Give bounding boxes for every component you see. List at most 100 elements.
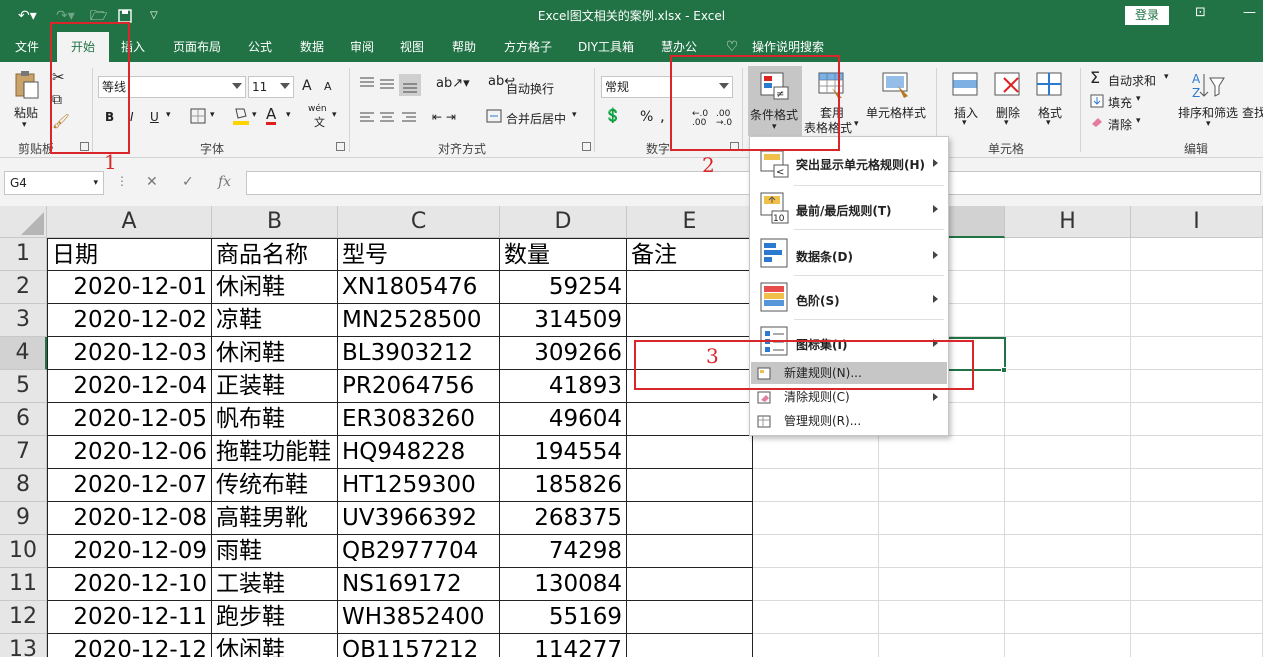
fill-color-dropdown-icon[interactable]: ▾ (252, 110, 257, 120)
column-header-h[interactable]: H (1005, 206, 1131, 238)
name-box[interactable]: G4 ▾ (4, 171, 104, 195)
cell-quantity[interactable]: 314509 (500, 304, 627, 337)
menu-data-bars[interactable]: 数据条(D) (750, 233, 948, 275)
borders-dropdown-icon[interactable]: ▾ (210, 110, 215, 120)
wrap-text-label[interactable]: 自动换行 (506, 80, 554, 97)
cell-model[interactable]: ER3083260 (338, 403, 500, 436)
cell-date[interactable]: 日期 (47, 238, 212, 271)
empty-cell[interactable] (1131, 502, 1263, 535)
cell-note[interactable] (627, 271, 753, 304)
underline-button[interactable]: U (150, 110, 159, 124)
autosum-label[interactable]: 自动求和 (1108, 72, 1156, 89)
sort-filter-dropdown-icon[interactable]: ▾ (1206, 119, 1211, 129)
alignment-launcher-icon[interactable] (582, 142, 591, 151)
cell-date[interactable]: 2020-12-05 (47, 403, 212, 436)
empty-cell[interactable] (753, 568, 879, 601)
fill-color-icon[interactable] (232, 106, 250, 126)
cell-date[interactable]: 2020-12-07 (47, 469, 212, 502)
empty-cell[interactable] (753, 469, 879, 502)
cell-quantity[interactable]: 74298 (500, 535, 627, 568)
cell-product[interactable]: 跑步鞋 (212, 601, 338, 634)
cell-note[interactable] (627, 568, 753, 601)
font-color-dropdown-icon[interactable]: ▾ (286, 110, 291, 120)
empty-cell[interactable] (753, 601, 879, 634)
empty-cell[interactable] (1005, 436, 1131, 469)
worksheet-grid[interactable]: A B C D E F G H I 1日期商品名称型号数量备注22020-12-… (0, 206, 1263, 657)
cell-quantity[interactable]: 185826 (500, 469, 627, 502)
minimize-icon[interactable]: — (1243, 5, 1256, 20)
merge-center-label[interactable]: 合并后居中 (506, 110, 566, 127)
cell-note[interactable] (627, 535, 753, 568)
cell-quantity[interactable]: 数量 (500, 238, 627, 271)
merge-center-icon[interactable] (486, 108, 502, 124)
row-header[interactable]: 9 (0, 502, 47, 535)
cell-quantity[interactable]: 130084 (500, 568, 627, 601)
cell-quantity[interactable]: 49604 (500, 403, 627, 436)
select-all-corner[interactable] (0, 206, 47, 238)
empty-cell[interactable] (1131, 634, 1263, 657)
column-header-b[interactable]: B (212, 206, 338, 238)
cell-date[interactable]: 2020-12-06 (47, 436, 212, 469)
cell-product[interactable]: 休闲鞋 (212, 271, 338, 304)
row-header[interactable]: 12 (0, 601, 47, 634)
menu-color-scales[interactable]: 色阶(S) (750, 277, 948, 319)
tab-page-layout[interactable]: 页面布局 (166, 32, 228, 62)
cell-model[interactable]: UV3966392 (338, 502, 500, 535)
merge-dropdown-icon[interactable]: ▾ (572, 110, 577, 120)
tab-view[interactable]: 视图 (392, 32, 432, 62)
cell-styles-icon[interactable] (882, 72, 910, 100)
empty-cell[interactable] (1131, 337, 1263, 370)
confirm-entry-icon[interactable]: ✓ (182, 174, 194, 190)
empty-cell[interactable] (1131, 568, 1263, 601)
insert-cells-icon[interactable] (952, 72, 980, 100)
empty-cell[interactable] (879, 568, 1005, 601)
cell-note[interactable] (627, 601, 753, 634)
empty-cell[interactable] (1005, 370, 1131, 403)
cell-product[interactable]: 高鞋男靴 (212, 502, 338, 535)
clear-label[interactable]: 清除 (1108, 116, 1132, 133)
empty-cell[interactable] (1131, 535, 1263, 568)
empty-cell[interactable] (1005, 238, 1131, 271)
empty-cell[interactable] (753, 436, 879, 469)
underline-dropdown-icon[interactable]: ▾ (166, 110, 171, 120)
empty-cell[interactable] (1005, 304, 1131, 337)
empty-cell[interactable] (1131, 601, 1263, 634)
cell-quantity[interactable]: 59254 (500, 271, 627, 304)
cell-note[interactable] (627, 436, 753, 469)
empty-cell[interactable] (753, 535, 879, 568)
menu-top-bottom-rules[interactable]: 10 最前/最后规则(T) (750, 187, 948, 229)
borders-icon[interactable] (190, 108, 206, 124)
fill-handle[interactable] (1001, 367, 1007, 373)
cell-note[interactable] (627, 403, 753, 436)
empty-cell[interactable] (1005, 502, 1131, 535)
empty-cell[interactable] (1131, 436, 1263, 469)
empty-cell[interactable] (753, 634, 879, 657)
empty-cell[interactable] (1131, 370, 1263, 403)
row-header[interactable]: 4 (0, 337, 47, 370)
empty-cell[interactable] (879, 436, 1005, 469)
row-header[interactable]: 2 (0, 271, 47, 304)
orientation-icon[interactable]: ab↗▾ (436, 76, 470, 91)
cell-product[interactable]: 凉鞋 (212, 304, 338, 337)
cell-quantity[interactable]: 41893 (500, 370, 627, 403)
cell-date[interactable]: 2020-12-11 (47, 601, 212, 634)
cell-quantity[interactable]: 194554 (500, 436, 627, 469)
cell-note[interactable] (627, 502, 753, 535)
cell-model[interactable]: QB2977704 (338, 535, 500, 568)
format-dropdown-icon[interactable]: ▾ (1046, 118, 1051, 128)
cell-date[interactable]: 2020-12-08 (47, 502, 212, 535)
cell-quantity[interactable]: 268375 (500, 502, 627, 535)
paste-icon[interactable] (14, 70, 40, 100)
fill-label[interactable]: 填充 (1108, 94, 1132, 111)
empty-cell[interactable] (1005, 469, 1131, 502)
cell-note[interactable]: 备注 (627, 238, 753, 271)
row-header[interactable]: 13 (0, 634, 47, 657)
insert-dropdown-icon[interactable]: ▾ (962, 118, 967, 128)
column-header-i[interactable]: I (1131, 206, 1263, 238)
cell-date[interactable]: 2020-12-03 (47, 337, 212, 370)
cell-product[interactable]: 工装鞋 (212, 568, 338, 601)
cell-model[interactable]: PR2064756 (338, 370, 500, 403)
shrink-font-icon[interactable]: A (324, 80, 332, 93)
indent-icons[interactable]: ⇤ ⇥ (432, 110, 456, 124)
tab-help[interactable]: 帮助 (444, 32, 484, 62)
